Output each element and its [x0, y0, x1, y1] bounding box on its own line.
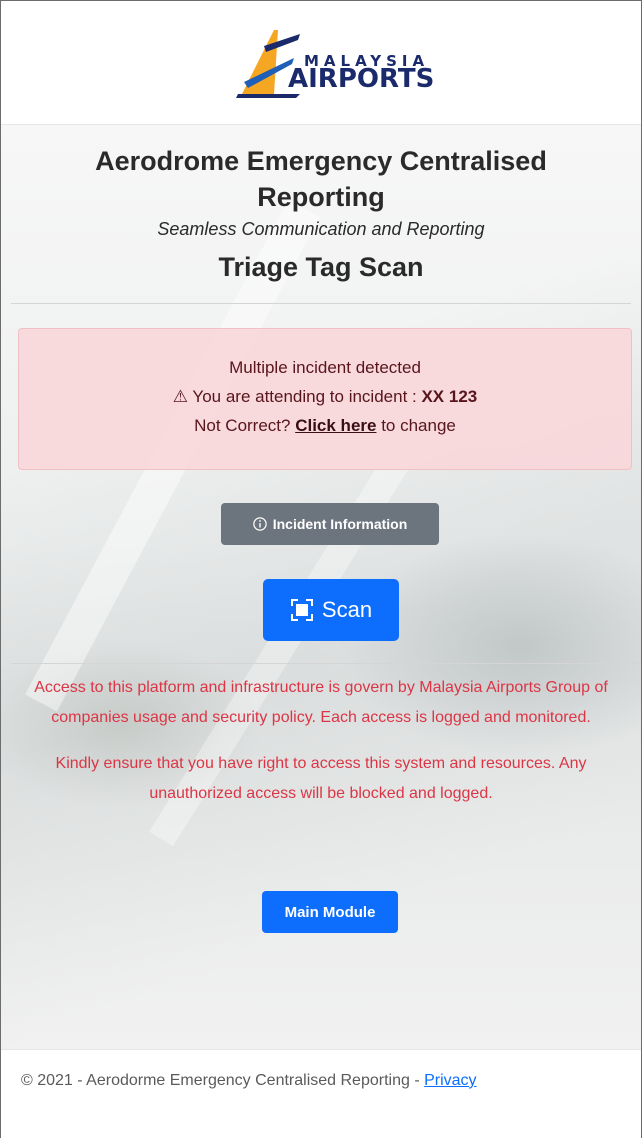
- app-subtitle: Seamless Communication and Reporting: [157, 219, 485, 239]
- qr-scan-icon: [290, 599, 313, 621]
- page-title: Triage Tag Scan: [218, 252, 424, 282]
- incident-information-button[interactable]: Incident Information: [221, 503, 439, 545]
- copyright-text: © 2021 - Aerodorme Emergency Centralised…: [21, 1072, 425, 1089]
- privacy-link[interactable]: Privacy: [424, 1072, 476, 1089]
- alert-attending-label: You are attending to incident :: [192, 387, 422, 406]
- logo-text-airports: AIRPORTS: [288, 63, 435, 94]
- policy-paragraph: Access to this platform and infrastructu…: [34, 679, 608, 726]
- alert-line-attending: ⚠ You are attending to incident : XX 123: [19, 382, 631, 411]
- header: MALAYSIA AIRPORTS: [1, 1, 641, 125]
- alert-not-correct-label: Not Correct?: [194, 416, 296, 435]
- divider: [11, 663, 641, 664]
- app-frame: MALAYSIA AIRPORTS Aerodrome Emergency Ce…: [0, 0, 642, 1138]
- footer: © 2021 - Aerodorme Emergency Centralised…: [1, 1049, 641, 1138]
- main-module-label: Main Module: [284, 903, 376, 921]
- divider: [11, 303, 631, 304]
- scan-button[interactable]: Scan: [263, 579, 399, 641]
- scan-label: Scan: [321, 597, 373, 622]
- info-circle-icon: [252, 517, 267, 531]
- alert-line-multiple-incident: Multiple incident detected: [229, 358, 421, 377]
- warning-triangle-icon: ⚠: [172, 387, 188, 406]
- app-title: Aerodrome Emergency Centralised Reportin…: [95, 146, 547, 212]
- unauthorized-access-paragraph: Kindly ensure that you have right to acc…: [55, 755, 587, 802]
- malaysia-airports-logo[interactable]: MALAYSIA AIRPORTS: [216, 26, 434, 100]
- change-incident-link[interactable]: Click here: [295, 416, 376, 435]
- incident-information-label: Incident Information: [272, 516, 408, 532]
- main-module-button[interactable]: Main Module: [262, 891, 398, 933]
- incident-id: XX 123: [421, 387, 478, 406]
- alert-line-change: Not Correct? Click here to change: [19, 411, 631, 440]
- access-policy-notice: Access to this platform and infrastructu…: [1, 673, 641, 825]
- main-content: Aerodrome Emergency Centralised Reportin…: [1, 125, 641, 1049]
- alert-change-suffix: to change: [376, 416, 456, 435]
- incident-alert: Multiple incident detected ⚠ You are att…: [18, 328, 632, 470]
